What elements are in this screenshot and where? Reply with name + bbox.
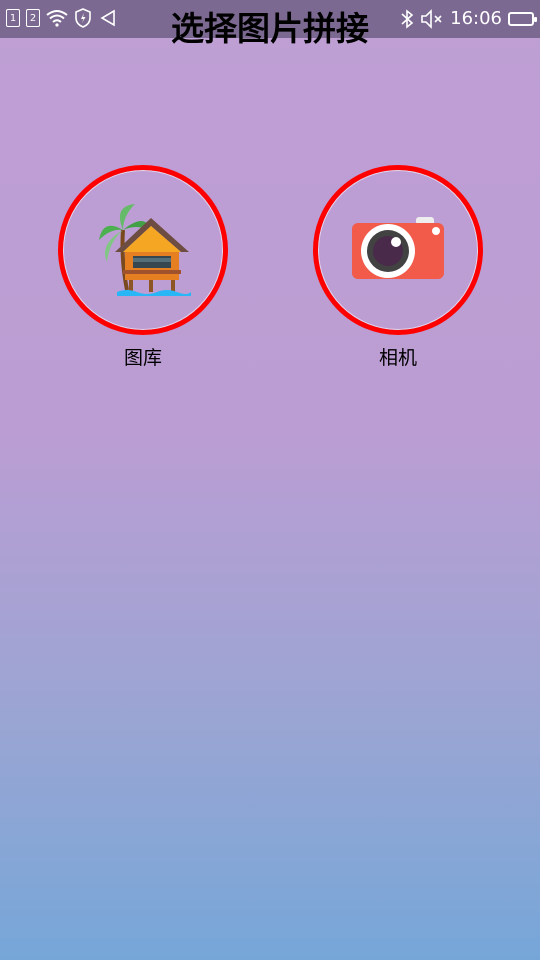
status-right: 16:06: [400, 8, 537, 29]
gallery-button[interactable]: [58, 165, 228, 335]
camera-icon: [352, 217, 444, 279]
camera-button[interactable]: [313, 165, 483, 335]
camera-option[interactable]: 相机: [313, 165, 483, 370]
gallery-label: 图库: [123, 347, 162, 369]
status-time: 16:06: [450, 8, 502, 29]
gallery-option[interactable]: 图库: [58, 165, 228, 370]
bluetooth-icon: [401, 8, 414, 29]
mute-icon: [421, 8, 442, 29]
camera-label: 相机: [378, 347, 417, 369]
battery-icon: [508, 11, 537, 26]
status-bar: 1 2 选择图片拼接 16:06: [0, 0, 540, 48]
hut-gallery-icon: [99, 204, 191, 296]
